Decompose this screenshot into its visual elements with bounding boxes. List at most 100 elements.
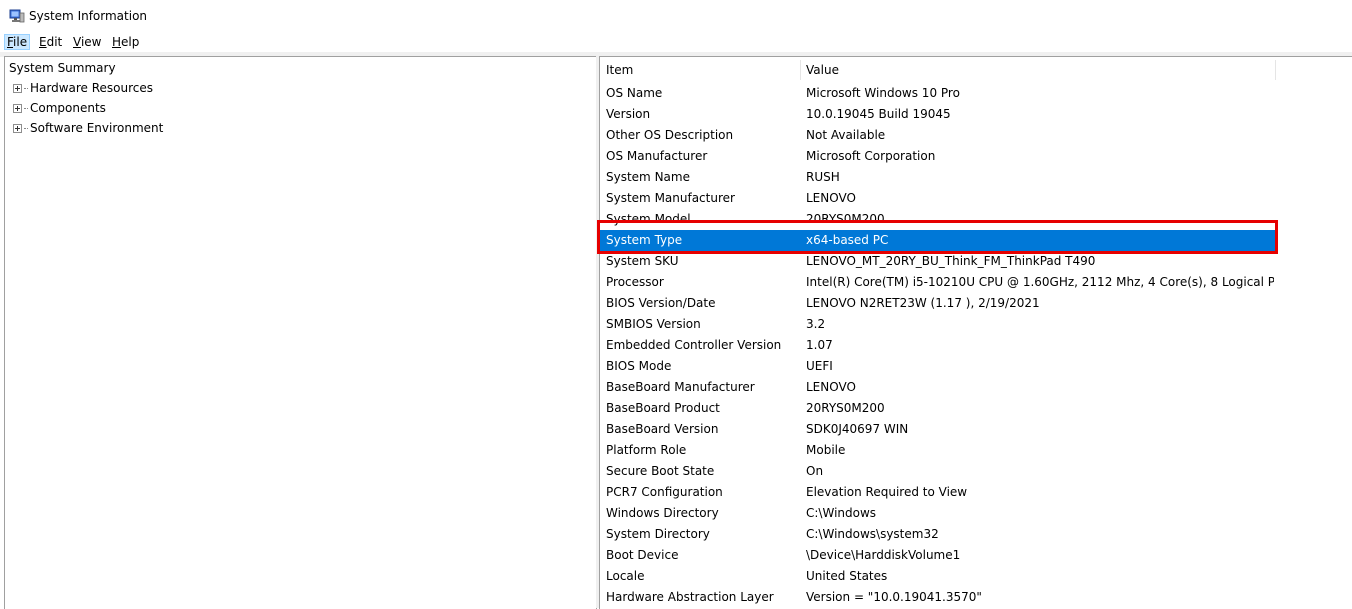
table-row[interactable]: Other OS Description Not Available bbox=[600, 125, 1275, 146]
table-row[interactable]: Locale United States bbox=[600, 566, 1275, 587]
table-row[interactable]: OS Manufacturer Microsoft Corporation bbox=[600, 146, 1275, 167]
category-tree[interactable]: System Summary Hardware Resources Compon… bbox=[4, 56, 597, 609]
row-item-name: Platform Role bbox=[606, 443, 687, 457]
row-item-value: UEFI bbox=[806, 359, 833, 373]
tree-connector bbox=[24, 88, 28, 89]
expand-plus-icon[interactable] bbox=[13, 84, 22, 93]
row-item-value: C:\Windows\system32 bbox=[806, 527, 939, 541]
row-item-value: LENOVO bbox=[806, 191, 856, 205]
row-item-value: C:\Windows bbox=[806, 506, 877, 520]
table-row[interactable]: BIOS Mode UEFI bbox=[600, 356, 1275, 377]
row-item-name: System Model bbox=[606, 212, 691, 226]
row-item-name: Version bbox=[606, 107, 651, 121]
row-item-value: 20RYS0M200 bbox=[806, 212, 885, 226]
row-item-name: Windows Directory bbox=[606, 506, 719, 520]
table-row[interactable]: System Name RUSH bbox=[600, 167, 1275, 188]
row-item-value: Mobile bbox=[806, 443, 846, 457]
row-item-value: RUSH bbox=[806, 170, 840, 184]
row-item-value: Not Available bbox=[806, 128, 886, 142]
tree-item-software-environment[interactable]: Software Environment bbox=[13, 121, 163, 135]
row-item-name: SMBIOS Version bbox=[606, 317, 701, 331]
table-row[interactable]: PCR7 Configuration Elevation Required to … bbox=[600, 482, 1275, 503]
column-divider[interactable] bbox=[1275, 60, 1276, 80]
row-item-name: System Manufacturer bbox=[606, 191, 735, 205]
column-header-item[interactable]: Item bbox=[606, 63, 633, 77]
window-title: System Information bbox=[29, 9, 148, 23]
tree-item-hardware-resources[interactable]: Hardware Resources bbox=[13, 81, 153, 95]
row-item-name: PCR7 Configuration bbox=[606, 485, 723, 499]
row-item-name: BIOS Mode bbox=[606, 359, 672, 373]
row-item-name: Embedded Controller Version bbox=[606, 338, 782, 352]
menu-bar: File Edit View Help bbox=[0, 32, 1352, 52]
row-item-name: BIOS Version/Date bbox=[606, 296, 716, 310]
row-item-value: On bbox=[806, 464, 824, 478]
list-header: Item Value bbox=[600, 57, 1352, 81]
table-row[interactable]: Boot Device \Device\HarddiskVolume1 bbox=[600, 545, 1275, 566]
row-item-name: Locale bbox=[606, 569, 645, 583]
menu-edit[interactable]: Edit bbox=[37, 35, 64, 49]
row-item-value: 20RYS0M200 bbox=[806, 401, 885, 415]
row-item-value: 3.2 bbox=[806, 317, 826, 331]
row-item-name: Hardware Abstraction Layer bbox=[606, 590, 774, 604]
row-item-value: LENOVO_MT_20RY_BU_Think_FM_ThinkPad T490 bbox=[806, 254, 1096, 268]
menu-file[interactable]: File bbox=[4, 34, 31, 50]
row-item-value: LENOVO bbox=[806, 380, 856, 394]
table-row[interactable]: Embedded Controller Version 1.07 bbox=[600, 335, 1275, 356]
row-item-name: System SKU bbox=[606, 254, 679, 268]
table-row[interactable]: Platform Role Mobile bbox=[600, 440, 1275, 461]
table-row[interactable]: System SKU LENOVO_MT_20RY_BU_Think_FM_Thi… bbox=[600, 251, 1275, 272]
table-row[interactable]: System Directory C:\Windows\system32 bbox=[600, 524, 1275, 545]
row-item-value: Intel(R) Core(TM) i5-10210U CPU @ 1.60GH… bbox=[806, 275, 1274, 289]
row-item-value: United States bbox=[806, 569, 888, 583]
expand-plus-icon[interactable] bbox=[13, 104, 22, 113]
menu-help[interactable]: Help bbox=[110, 35, 141, 49]
table-row[interactable]: Version 10.0.19045 Build 19045 bbox=[600, 104, 1275, 125]
row-item-name: System Name bbox=[606, 170, 690, 184]
table-row[interactable]: Windows Directory C:\Windows bbox=[600, 503, 1275, 524]
expand-plus-icon[interactable] bbox=[13, 124, 22, 133]
details-list[interactable]: Item Value OS Name Microsoft Windows 10 P… bbox=[599, 56, 1352, 609]
menu-view[interactable]: View bbox=[71, 35, 103, 49]
row-item-value: Elevation Required to View bbox=[806, 485, 968, 499]
table-row[interactable]: BaseBoard Manufacturer LENOVO bbox=[600, 377, 1275, 398]
row-item-name: BaseBoard Product bbox=[606, 401, 720, 415]
tree-item-components[interactable]: Components bbox=[13, 101, 106, 115]
table-row[interactable]: BaseBoard Product 20RYS0M200 bbox=[600, 398, 1275, 419]
row-item-name: Secure Boot State bbox=[606, 464, 715, 478]
row-item-name: System Type bbox=[606, 233, 683, 247]
row-item-name: BaseBoard Version bbox=[606, 422, 719, 436]
row-item-name: OS Name bbox=[606, 86, 663, 100]
row-item-name: Boot Device bbox=[606, 548, 679, 562]
table-row[interactable]: BaseBoard Version SDK0J40697 WIN bbox=[600, 419, 1275, 440]
table-row[interactable]: System Type x64-based PC bbox=[600, 230, 1275, 251]
system-information-icon bbox=[9, 9, 25, 23]
row-item-name: BaseBoard Manufacturer bbox=[606, 380, 755, 394]
row-item-name: OS Manufacturer bbox=[606, 149, 708, 163]
table-row[interactable]: System Model 20RYS0M200 bbox=[600, 209, 1275, 230]
row-item-name: System Directory bbox=[606, 527, 710, 541]
table-row[interactable]: Secure Boot State On bbox=[600, 461, 1275, 482]
row-item-name: Processor bbox=[606, 275, 664, 289]
tree-connector bbox=[24, 108, 28, 109]
row-item-value: LENOVO N2RET23W (1.17 ), 2/19/2021 bbox=[806, 296, 1040, 310]
row-item-value: Microsoft Corporation bbox=[806, 149, 936, 163]
row-item-value: x64-based PC bbox=[806, 233, 889, 247]
tree-connector bbox=[24, 128, 28, 129]
table-row[interactable]: Processor Intel(R) Core(TM) i5-10210U CPU… bbox=[600, 272, 1275, 293]
table-row[interactable]: System Manufacturer LENOVO bbox=[600, 188, 1275, 209]
row-item-value: SDK0J40697 WIN bbox=[806, 422, 909, 436]
row-item-value: 1.07 bbox=[806, 338, 833, 352]
row-item-value: \Device\HarddiskVolume1 bbox=[806, 548, 961, 562]
table-row[interactable]: SMBIOS Version 3.2 bbox=[600, 314, 1275, 335]
row-item-value: Microsoft Windows 10 Pro bbox=[806, 86, 960, 100]
column-divider[interactable] bbox=[800, 60, 801, 80]
row-item-name: Other OS Description bbox=[606, 128, 734, 142]
table-row[interactable]: OS Name Microsoft Windows 10 Pro bbox=[600, 83, 1275, 104]
title-bar: System Information bbox=[0, 0, 1352, 32]
table-row[interactable]: Hardware Abstraction Layer Version = "10.… bbox=[600, 587, 1275, 608]
table-row[interactable]: BIOS Version/Date LENOVO N2RET23W (1.17 )… bbox=[600, 293, 1275, 314]
tree-item-system-summary[interactable]: System Summary bbox=[9, 61, 116, 75]
row-item-value: 10.0.19045 Build 19045 bbox=[806, 107, 951, 121]
column-header-value[interactable]: Value bbox=[806, 63, 839, 77]
row-item-value: Version = "10.0.19041.3570" bbox=[806, 590, 982, 604]
